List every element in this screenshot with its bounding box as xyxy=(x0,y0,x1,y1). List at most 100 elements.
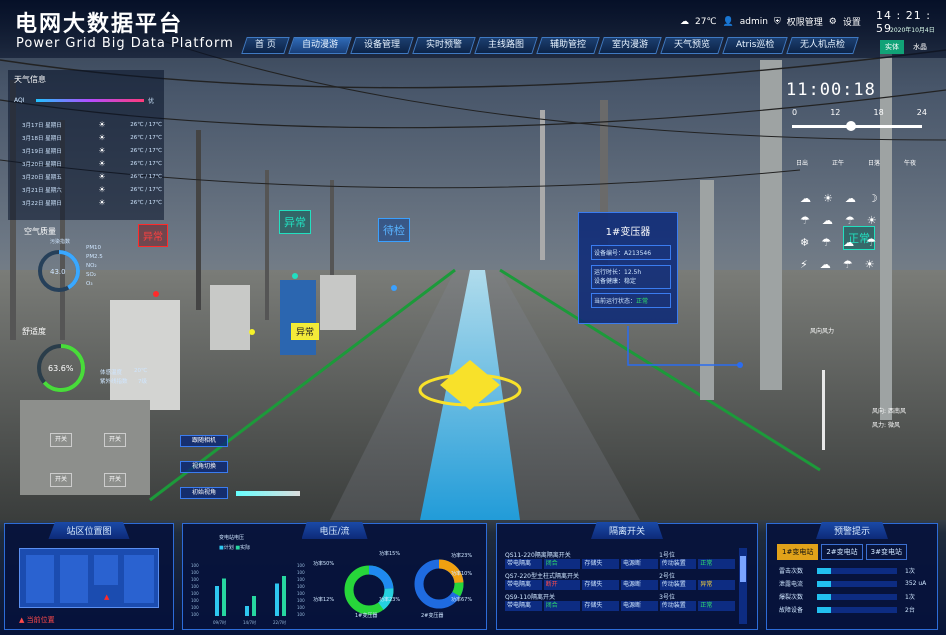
isolation-row[interactable]: 带电隔离 闭合 存储失 电源断 传动装置 正常 xyxy=(505,559,736,569)
weather-day-row: 3月17日 星期日 ☀ 26℃ / 17℃ xyxy=(22,118,162,131)
station-map[interactable]: ▲ xyxy=(19,548,159,608)
isolation-cell: 闭合 xyxy=(543,601,581,611)
initial-view-button[interactable]: 初始视角 xyxy=(180,487,228,499)
warning-bar-fill xyxy=(817,606,831,613)
time-slider-handle[interactable] xyxy=(846,121,856,131)
shield-icon: ⛨ xyxy=(773,16,781,27)
isolation-cell: 传动装置 xyxy=(659,580,697,590)
warning-title: 预警提示 xyxy=(815,522,889,539)
switch-button-3[interactable]: 开关 xyxy=(50,473,72,487)
tag-abnormal-red[interactable]: 异常 xyxy=(138,224,168,247)
warning-label: 雷击次数 xyxy=(779,568,804,575)
isolation-name: QS11-220隔离隔离开关 xyxy=(505,552,571,559)
donut2-p2: 功率10% xyxy=(451,571,473,577)
map-block xyxy=(60,555,88,603)
y2-tick-label: 100 xyxy=(297,584,305,589)
transformer-info-card[interactable]: 1#变压器 设备编号：A213546 运行时长：12.5h 设备健康：稳定 当前… xyxy=(578,212,678,324)
switch-button-4[interactable]: 开关 xyxy=(104,473,126,487)
current-location-marker-icon: ▲ xyxy=(104,593,110,601)
tag-abnormal-yellow[interactable]: 异常 xyxy=(291,323,320,340)
time-tick: 12 xyxy=(830,108,841,117)
air-gauge-value: 43.0 xyxy=(50,268,66,276)
station-map-panel: 站区位置图 ▲ ▲ 当前位置 xyxy=(4,522,174,630)
comfort-title: 舒适度 xyxy=(22,327,46,336)
tag-abnormal-teal[interactable]: 异常 xyxy=(279,210,311,234)
weather-date: 3月18日 星期日 xyxy=(22,135,62,142)
weather-title: 天气信息 xyxy=(14,75,46,84)
warning-bar-fill xyxy=(817,593,831,600)
user-icon: 👤 xyxy=(722,16,734,27)
donut2-p1: 功率23% xyxy=(451,553,473,559)
permission-button[interactable]: 权限管理 xyxy=(787,15,823,28)
uv-value: 7级 xyxy=(138,379,147,385)
gear-icon: ⚙ xyxy=(828,16,837,27)
nav-home[interactable]: 首 页 xyxy=(241,37,290,54)
username[interactable]: admin xyxy=(740,17,768,27)
air-title: 空气质量 xyxy=(24,227,56,236)
time-slider[interactable] xyxy=(792,125,922,128)
mode-real-button[interactable]: 实体 xyxy=(880,40,904,54)
pollutant-item: NO₂ xyxy=(86,263,97,269)
tab-station-1[interactable]: 1#变电站 xyxy=(777,544,819,560)
isolation-row[interactable]: 带电隔离 闭合 存储失 电源断 传动装置 正常 xyxy=(505,601,736,611)
nav-auto-tour[interactable]: 自动漫游 xyxy=(288,37,352,54)
nav-weather[interactable]: 天气预览 xyxy=(660,37,724,54)
switch-button-1[interactable]: 开关 xyxy=(50,433,72,447)
aqi-value: 优 xyxy=(148,98,155,105)
platform-subtitle: Power Grid Big Data Platform xyxy=(16,36,234,51)
weather-day-row: 3月18日 星期日 ☀ 26℃ / 17℃ xyxy=(22,131,162,144)
scrollbar-thumb[interactable] xyxy=(740,556,746,582)
isolation-cell: 存储失 xyxy=(582,601,620,611)
nav-atris[interactable]: Atris巡检 xyxy=(722,37,789,54)
tab-station-2[interactable]: 2#变电站 xyxy=(821,544,863,560)
isolation-row-header: QS7-220型主柱式隔离开关 2号位 xyxy=(505,571,735,580)
donut-transformer-2 xyxy=(414,559,464,609)
map-block xyxy=(26,555,54,603)
isolation-cell: 带电隔离 xyxy=(505,580,542,590)
air-quality-panel: 空气质量 污染指数 43.0 PM10 PM2.5 NO₂ SO₂ O₃ xyxy=(24,226,144,296)
tab-station-3[interactable]: 3#变电站 xyxy=(865,544,907,560)
temperature: 27℃ xyxy=(695,16,717,27)
warning-bar xyxy=(817,580,897,587)
nav-realtime-warning[interactable]: 实时预警 xyxy=(412,37,476,54)
nav-indoor-tour[interactable]: 室内漫游 xyxy=(598,37,662,54)
isolation-cell: 带电隔离 xyxy=(505,559,542,569)
warning-value: 352 uA xyxy=(905,580,927,587)
weather-temp: 26℃ / 17℃ xyxy=(130,160,162,167)
sun-icon: ☀ xyxy=(98,133,106,142)
y-tick-label: 100 xyxy=(191,605,199,610)
weather-temp: 26℃ / 17℃ xyxy=(130,147,162,154)
switch-view-button[interactable]: 视角切换 xyxy=(180,461,228,473)
nav-device-management[interactable]: 设备管理 xyxy=(350,37,414,54)
uv-label: 紫外线指数 xyxy=(100,379,128,385)
settings-button[interactable]: 设置 xyxy=(843,15,861,28)
mode-crystal-button[interactable]: 水晶 xyxy=(913,42,927,52)
wind-direction: 风向: 西南风 xyxy=(872,408,906,415)
runtime-box: 运行时长：12.5h 设备健康：稳定 xyxy=(591,265,671,289)
pollutant-list: PM10 PM2.5 NO₂ SO₂ O₃ xyxy=(86,244,103,289)
switch-button-2[interactable]: 开关 xyxy=(104,433,126,447)
sun-icon: ☀ xyxy=(98,159,106,168)
sun-icon: ☀ xyxy=(98,146,106,155)
follow-camera-button[interactable]: 跟随相机 xyxy=(180,435,228,447)
warning-bar xyxy=(817,593,897,600)
pollutant-label: 污染指数 xyxy=(50,239,71,245)
nav-aux-control[interactable]: 辅助管控 xyxy=(536,37,600,54)
weather-day-row: 3月22日 星期日 ☀ 26℃ / 17℃ xyxy=(22,196,162,209)
view-slider[interactable] xyxy=(236,491,300,496)
isolation-table: QS11-220隔离隔离开关 1号位 带电隔离 闭合 存储失 电源断 传动装置 正常 QS7-2… xyxy=(505,548,736,613)
isolation-cell: 闭合 xyxy=(543,559,581,569)
warning-icon: ▲ xyxy=(19,616,25,624)
y-tick-label: 100 xyxy=(191,598,199,603)
comfort-panel: 舒适度 63.6% 体感温度 20℃ 紫外线指数 7级 xyxy=(22,326,162,398)
weather-day-row: 3月20日 星期五 ☀ 26℃ / 17℃ xyxy=(22,170,162,183)
x-tick-label: 09/7时 xyxy=(213,619,226,625)
tag-pending-check[interactable]: 待检 xyxy=(378,218,410,242)
donut-transformer-1 xyxy=(344,565,394,615)
nav-line-diagram[interactable]: 主线路图 xyxy=(474,37,538,54)
warning-item: 泄露电流 352 uA xyxy=(779,577,931,590)
cloud-icon: ☁☀☁☽ xyxy=(800,192,890,205)
isolation-row[interactable]: 带电隔离 断开 存储失 电源断 传动装置 异常 xyxy=(505,580,736,590)
scrollbar[interactable] xyxy=(739,548,747,624)
nav-drone[interactable]: 无人机点检 xyxy=(786,37,860,54)
